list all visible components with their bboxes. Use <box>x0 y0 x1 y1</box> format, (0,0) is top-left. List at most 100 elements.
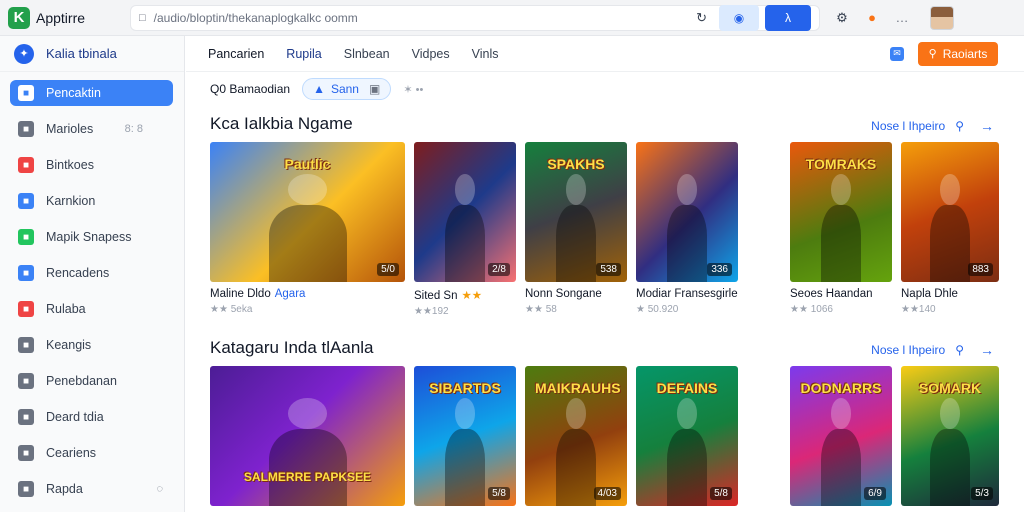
rating-badge: 2/8 <box>488 263 510 276</box>
sidebar-item[interactable]: ■ Deard tdia <box>10 404 173 430</box>
character-art <box>666 429 708 506</box>
rating-badge: 4/03 <box>593 487 621 500</box>
fire-icon[interactable]: ● <box>862 8 882 28</box>
brand-name: Kalia tbinala <box>46 46 117 61</box>
x-icon: ■ <box>18 301 34 317</box>
close-icon[interactable]: ▣ <box>369 82 380 96</box>
gear-icon: ■ <box>18 481 34 497</box>
game-thumbnail[interactable]: 2/8 <box>414 142 516 282</box>
tab-rupila[interactable]: Rupila <box>286 47 321 61</box>
sidebar-brand[interactable]: ✦ Kalia tbinala <box>0 36 184 72</box>
game-card[interactable]: SALMERRE PAPKSEE <box>210 366 405 506</box>
tab-slnbean[interactable]: Slnbean <box>344 47 390 61</box>
sidebar-item[interactable]: ■ Pencaktin <box>10 80 173 106</box>
character-art <box>820 429 862 506</box>
tab-pancarien[interactable]: Pancarien <box>208 47 264 61</box>
game-title[interactable]: Modiar Fransesgirle <box>636 288 738 300</box>
game-card[interactable]: 336 Modiar Fransesgirle ★ 50.920 <box>636 142 738 315</box>
top-bar: K Apptirre □ /audio/bloptin/thekanaplogk… <box>0 0 1024 36</box>
game-thumbnail[interactable]: TOMRAKS <box>790 142 892 282</box>
sidebar-item-label: Keangis <box>46 338 92 352</box>
character-art <box>930 429 970 506</box>
game-thumbnail[interactable]: SPAKHS 538 <box>525 142 627 282</box>
search-icon[interactable]: ⚲ <box>955 343 964 357</box>
sidebar-item-badge: 8: 8 <box>124 123 143 135</box>
see-all-link[interactable]: Nose l Ihpeiro ⚲ → <box>871 342 994 358</box>
sidebar-nav: ■ Pencaktin ■ Marioles 8: 8 ■ Bintkoes ■ Karnkio… <box>0 72 184 502</box>
chat-icon[interactable]: ◌ <box>156 483 163 495</box>
game-thumbnail[interactable]: DEFAINS 5/8 <box>636 366 738 506</box>
game-card[interactable]: DODNARRS 6/9 <box>790 366 892 506</box>
character-head <box>676 174 698 205</box>
game-title[interactable]: Maline Dldo Agara <box>210 288 405 300</box>
game-card[interactable]: SIBARTDS 5/8 <box>414 366 516 506</box>
filter-more[interactable]: ✶ •• <box>403 83 423 96</box>
arrow-right-icon[interactable]: → <box>980 342 994 358</box>
sidebar-item[interactable]: ■ Rencadens <box>10 260 173 286</box>
game-title[interactable]: Napla Dhle <box>901 288 999 300</box>
search-button[interactable]: ⚲ Raoiarts <box>918 41 998 66</box>
message-icon[interactable]: ✉ <box>890 46 904 61</box>
tab-vidpes[interactable]: Vidpes <box>412 47 450 61</box>
game-card[interactable]: DEFAINS 5/8 <box>636 366 738 506</box>
game-thumbnail[interactable]: Pautlic 5/0 <box>210 142 405 282</box>
game-card[interactable]: SPAKHS 538 Nonn Songane ★★ 58 <box>525 142 627 315</box>
game-title-text: Sited Sn <box>414 290 458 302</box>
sidebar-item[interactable]: ■ Karnkion <box>10 188 173 214</box>
sidebar-item[interactable]: ■ Rapda ◌ <box>10 476 173 502</box>
character-head <box>288 174 327 205</box>
game-title[interactable]: Nonn Songane <box>525 288 627 300</box>
sidebar-item[interactable]: ■ Mapik Snapess <box>10 224 173 250</box>
game-thumbnail[interactable]: 883 <box>901 142 999 282</box>
sidebar-item[interactable]: ■ Marioles 8: 8 <box>10 116 173 142</box>
game-logo: MAIKRAUHS <box>535 380 621 396</box>
url-bar[interactable]: □ /audio/bloptin/thekanaplogkalkc oomm ↻… <box>130 4 820 31</box>
game-meta: ★★ 5eka <box>210 304 253 315</box>
game-thumbnail[interactable]: MAIKRAUHS 4/03 <box>525 366 627 506</box>
sidebar-item-label: Marioles <box>46 122 94 136</box>
search-icon[interactable]: ⚲ <box>955 119 964 133</box>
settings-icon[interactable]: ⚙ <box>832 8 852 28</box>
sidebar-item[interactable]: ■ Rulaba <box>10 296 173 322</box>
arrow-right-icon[interactable]: → <box>980 118 994 134</box>
see-all-label: Nose l Ihpeiro <box>871 119 946 133</box>
app-logo-icon[interactable]: K <box>8 6 30 29</box>
rating-badge: 6/9 <box>864 487 886 500</box>
see-all-link[interactable]: Nose l Ihpeiro ⚲ → <box>871 118 994 134</box>
avatar[interactable] <box>930 5 954 30</box>
game-logo: SALMERRE PAPKSEE <box>243 470 372 484</box>
filter-chip[interactable]: ▲ Sann ▣ <box>302 78 392 100</box>
game-card[interactable]: Pautlic 5/0 Maline Dldo Agara ★★ 5eka <box>210 142 405 315</box>
character-head <box>565 398 587 429</box>
url-text[interactable]: /audio/bloptin/thekanaplogkalkc oomm <box>154 11 696 25</box>
game-card[interactable]: 883 Napla Dhle ★★140 <box>901 142 999 315</box>
sidebar-item[interactable]: ■ Ceariens <box>10 440 173 466</box>
character-head <box>940 174 960 205</box>
game-card[interactable]: SOMARK 5/3 <box>901 366 999 506</box>
game-card[interactable]: TOMRAKS Seoes Haandan ★★ 1066 <box>790 142 892 315</box>
game-thumbnail[interactable]: SIBARTDS 5/8 <box>414 366 516 506</box>
tab-vinls[interactable]: Vinls <box>472 47 499 61</box>
refresh-icon[interactable]: ↻ <box>696 10 707 26</box>
game-title[interactable]: Sited Sn ★★ <box>414 288 516 302</box>
character-art <box>268 205 347 282</box>
sidebar-item[interactable]: ■ Bintkoes <box>10 152 173 178</box>
game-card[interactable]: MAIKRAUHS 4/03 <box>525 366 627 506</box>
character-head <box>454 398 476 429</box>
game-thumbnail[interactable]: SALMERRE PAPKSEE <box>210 366 405 506</box>
menu-icon[interactable]: … <box>892 8 912 28</box>
share-icon[interactable]: λ <box>765 4 811 31</box>
extension-icon[interactable]: ◉ <box>719 4 759 31</box>
game-title[interactable]: Seoes Haandan <box>790 288 892 300</box>
sidebar-item[interactable]: ■ Keangis <box>10 332 173 358</box>
game-thumbnail[interactable]: 336 <box>636 142 738 282</box>
game-title-text: Modiar Fransesgirle <box>636 288 738 300</box>
character-head <box>676 398 698 429</box>
app-name: Apptirre <box>36 9 86 26</box>
game-tag[interactable]: Agara <box>275 288 306 300</box>
sidebar: ✦ Kalia tbinala ■ Pencaktin ■ Marioles 8: 8 ■… <box>0 36 185 512</box>
sidebar-item[interactable]: ■ Penebdanan <box>10 368 173 394</box>
game-card[interactable]: 2/8 Sited Sn ★★ ★★192 <box>414 142 516 317</box>
game-thumbnail[interactable]: DODNARRS 6/9 <box>790 366 892 506</box>
game-thumbnail[interactable]: SOMARK 5/3 <box>901 366 999 506</box>
